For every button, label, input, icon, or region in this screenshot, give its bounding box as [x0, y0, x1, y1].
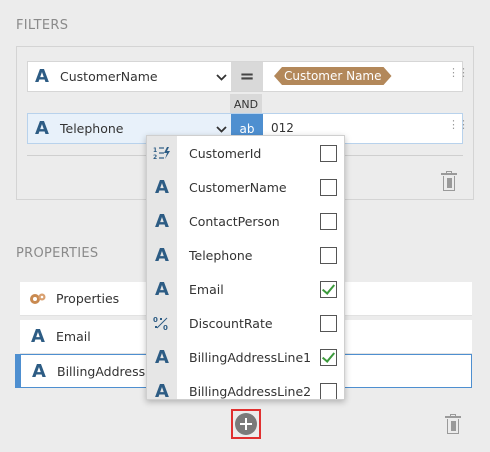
- field-picker-dropdown: 1 2 CustomerId A CustomerName A ContactP…: [146, 135, 345, 400]
- drag-handle-icon[interactable]: ⋮⋮: [448, 67, 469, 78]
- svg-text:0: 0: [153, 316, 158, 324]
- dropdown-item[interactable]: 0 0 DiscountRate: [147, 306, 344, 340]
- checkbox-checked[interactable]: [320, 348, 337, 366]
- dropdown-item[interactable]: A Telephone: [147, 238, 344, 272]
- text-type-icon: A: [147, 340, 177, 374]
- checkbox-checked[interactable]: [320, 280, 337, 298]
- dropdown-item-label: Email: [189, 281, 224, 297]
- dropdown-item-label: DiscountRate: [189, 315, 273, 331]
- list-item-label: Email: [56, 329, 91, 344]
- dropdown-item[interactable]: A CustomerName: [147, 170, 344, 204]
- filter-field-name: Telephone: [60, 121, 124, 136]
- dropdown-item-label: ContactPerson: [189, 213, 280, 229]
- svg-text:1: 1: [153, 147, 157, 154]
- and-connector[interactable]: AND: [230, 94, 262, 114]
- dropdown-item-label: CustomerId: [189, 145, 262, 161]
- dropdown-item[interactable]: 1 2 CustomerId: [147, 136, 344, 170]
- properties-icon: [20, 292, 56, 306]
- properties-title: PROPERTIES: [16, 246, 99, 261]
- list-item-label: Properties: [56, 291, 120, 306]
- text-type-icon: A: [35, 66, 49, 87]
- text-type-icon: A: [147, 170, 177, 204]
- filter-value-input[interactable]: 012: [271, 121, 294, 135]
- filter-value-tag[interactable]: Customer Name: [274, 67, 392, 85]
- numeric-id-icon: 1 2: [147, 136, 177, 170]
- drag-handle-icon[interactable]: ⋮⋮: [448, 119, 469, 130]
- dropdown-item[interactable]: A ContactPerson: [147, 204, 344, 238]
- text-type-icon: A: [147, 204, 177, 238]
- dropdown-item-label: CustomerName: [189, 179, 287, 195]
- text-type-icon: A: [31, 326, 45, 347]
- trash-icon[interactable]: [441, 171, 457, 191]
- list-item-label: BillingAddressLi: [57, 363, 156, 379]
- chevron-down-icon[interactable]: [211, 122, 231, 136]
- text-type-icon: A: [32, 360, 46, 382]
- filter-field-name: CustomerName: [60, 69, 158, 84]
- filter-row: A CustomerName = Customer Name ⋮⋮: [27, 61, 469, 92]
- checkbox[interactable]: [320, 212, 337, 230]
- text-type-icon: A: [147, 374, 177, 399]
- dropdown-item[interactable]: A Email: [147, 272, 344, 306]
- filters-title: FILTERS: [16, 18, 69, 33]
- filter-field-select[interactable]: A CustomerName: [28, 62, 231, 91]
- dropdown-item[interactable]: A BillingAddressLine2: [147, 374, 344, 399]
- decimal-type-icon: 0 0: [147, 306, 177, 340]
- checkbox[interactable]: [320, 314, 337, 332]
- svg-text:0: 0: [163, 324, 168, 331]
- text-type-icon: A: [147, 238, 177, 272]
- dropdown-item-label: Telephone: [189, 247, 253, 263]
- text-type-icon: A: [35, 118, 49, 139]
- dropdown-item-label: BillingAddressLine2: [189, 383, 312, 399]
- plus-circle-icon: [235, 413, 257, 435]
- checkbox[interactable]: [320, 178, 337, 196]
- checkbox[interactable]: [320, 246, 337, 264]
- checkbox[interactable]: [320, 144, 337, 162]
- svg-text:2: 2: [153, 154, 157, 161]
- dropdown-item[interactable]: A BillingAddressLine1: [147, 340, 344, 374]
- checkbox[interactable]: [320, 382, 337, 399]
- dropdown-item-label: BillingAddressLine1: [189, 349, 312, 365]
- chevron-down-icon[interactable]: [211, 70, 231, 84]
- filter-operator-button[interactable]: =: [231, 62, 263, 91]
- trash-icon[interactable]: [445, 414, 461, 434]
- add-property-button[interactable]: [231, 409, 261, 439]
- text-type-icon: A: [147, 272, 177, 306]
